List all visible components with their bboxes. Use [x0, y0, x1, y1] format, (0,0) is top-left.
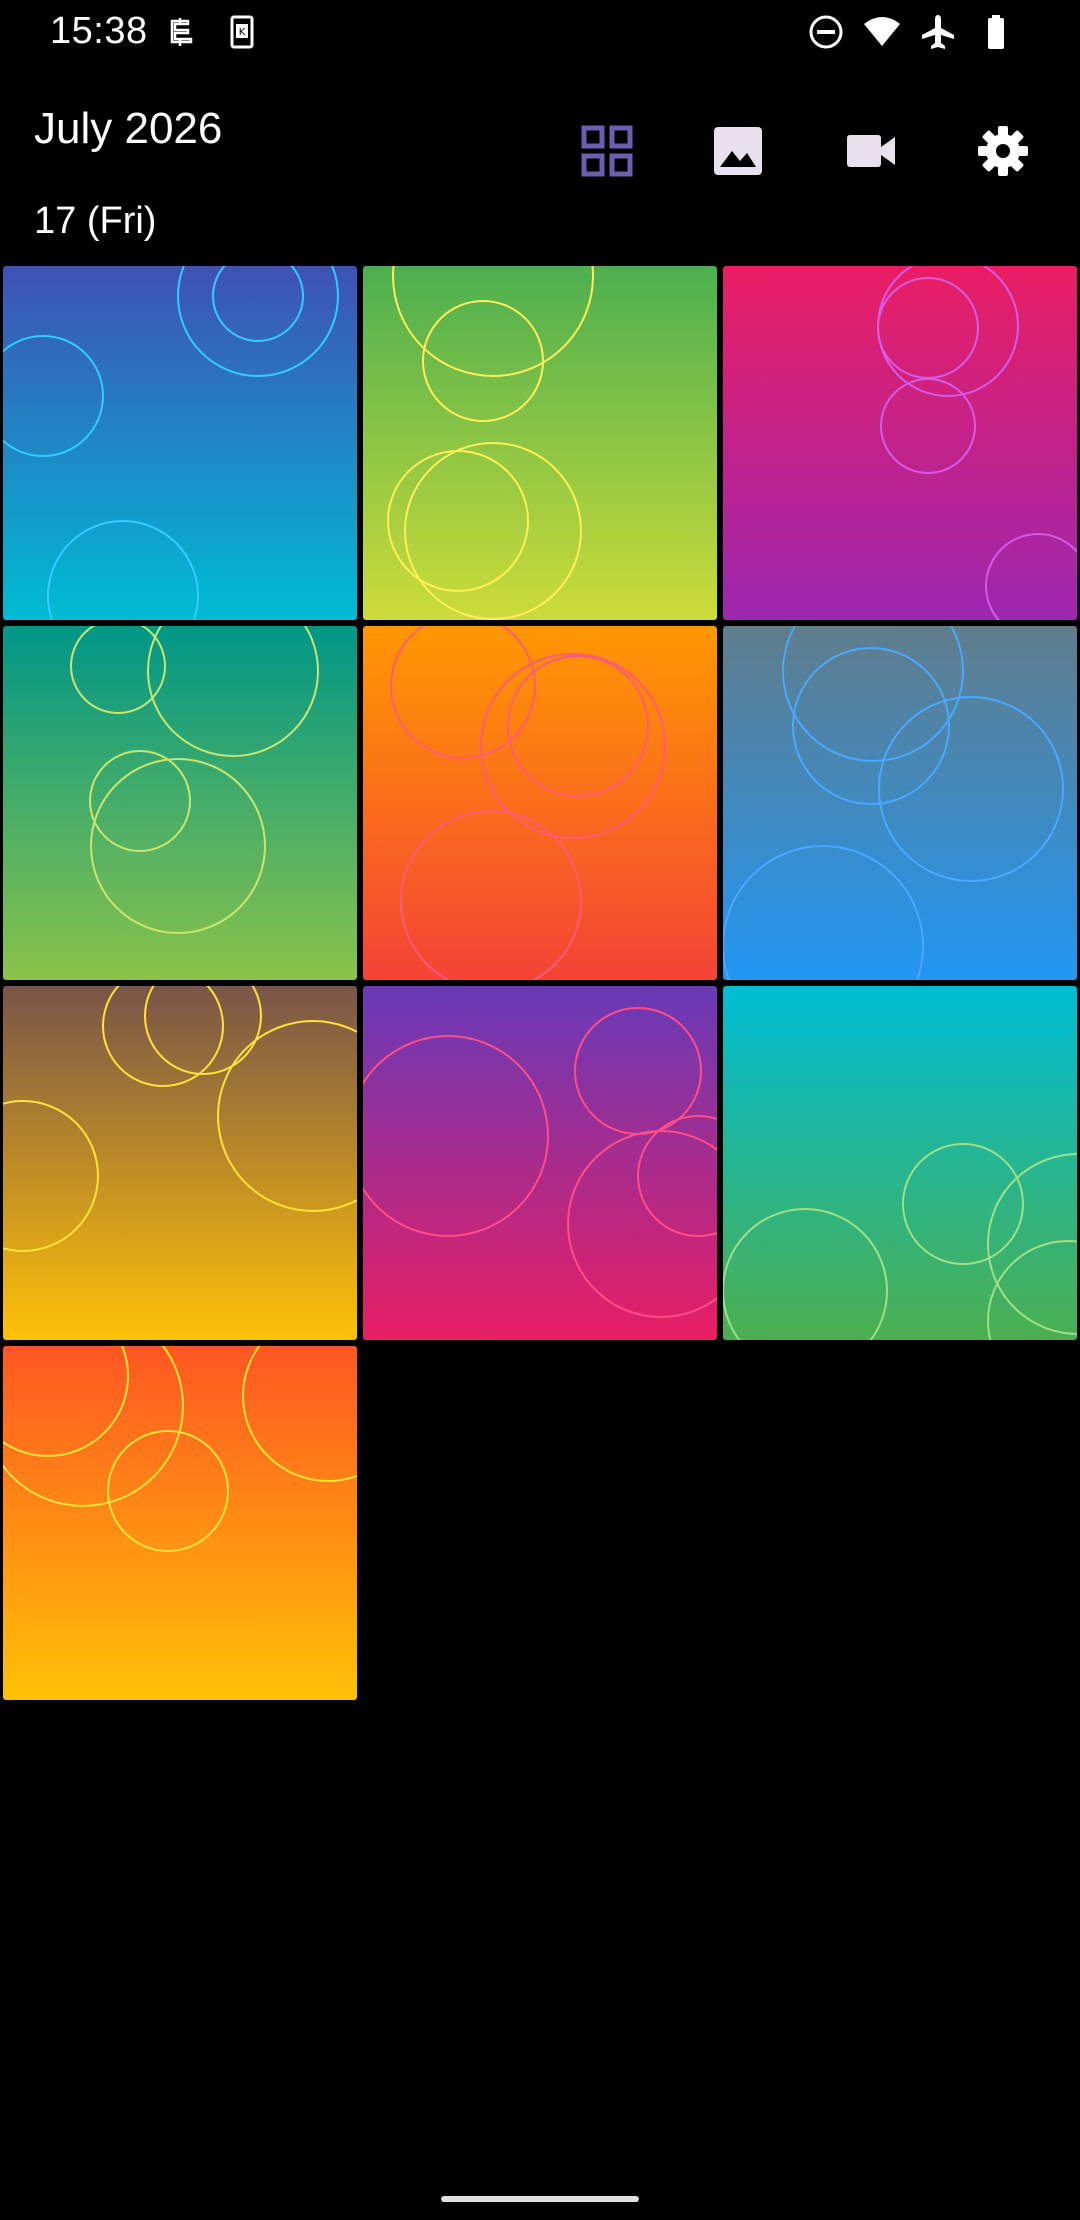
media-thumbnail[interactable]	[363, 626, 717, 980]
status-bar: 15:38 K	[0, 0, 1080, 66]
image-icon	[714, 127, 762, 175]
media-thumbnail[interactable]	[3, 626, 357, 980]
media-thumbnail[interactable]	[723, 986, 1077, 1340]
media-thumbnail[interactable]	[3, 1346, 357, 1700]
media-thumbnail[interactable]	[3, 986, 357, 1340]
day-title: 17 (Fri)	[34, 200, 157, 242]
media-thumbnail[interactable]	[723, 626, 1077, 980]
battery-icon	[976, 12, 1016, 52]
media-thumbnail[interactable]	[3, 266, 357, 620]
sim-card-icon: K	[222, 12, 262, 52]
settings-icon	[978, 126, 1028, 176]
media-thumbnail[interactable]	[363, 986, 717, 1340]
settings-button[interactable]	[970, 118, 1036, 184]
status-time: 15:38	[50, 10, 148, 52]
wifi-icon	[862, 12, 902, 52]
video-icon	[847, 135, 895, 167]
grid-view-icon	[581, 125, 633, 177]
video-filter-button[interactable]	[838, 118, 904, 184]
media-thumbnail[interactable]	[723, 266, 1077, 620]
airplane-mode-icon	[918, 12, 958, 52]
sync-icon	[160, 12, 200, 52]
month-title: July 2026	[34, 104, 223, 153]
svg-text:K: K	[239, 27, 246, 38]
do-not-disturb-icon	[806, 12, 846, 52]
grid-view-button[interactable]	[574, 118, 640, 184]
navigation-handle[interactable]	[441, 2196, 639, 2202]
media-thumbnail[interactable]	[363, 266, 717, 620]
image-filter-button[interactable]	[705, 118, 771, 184]
